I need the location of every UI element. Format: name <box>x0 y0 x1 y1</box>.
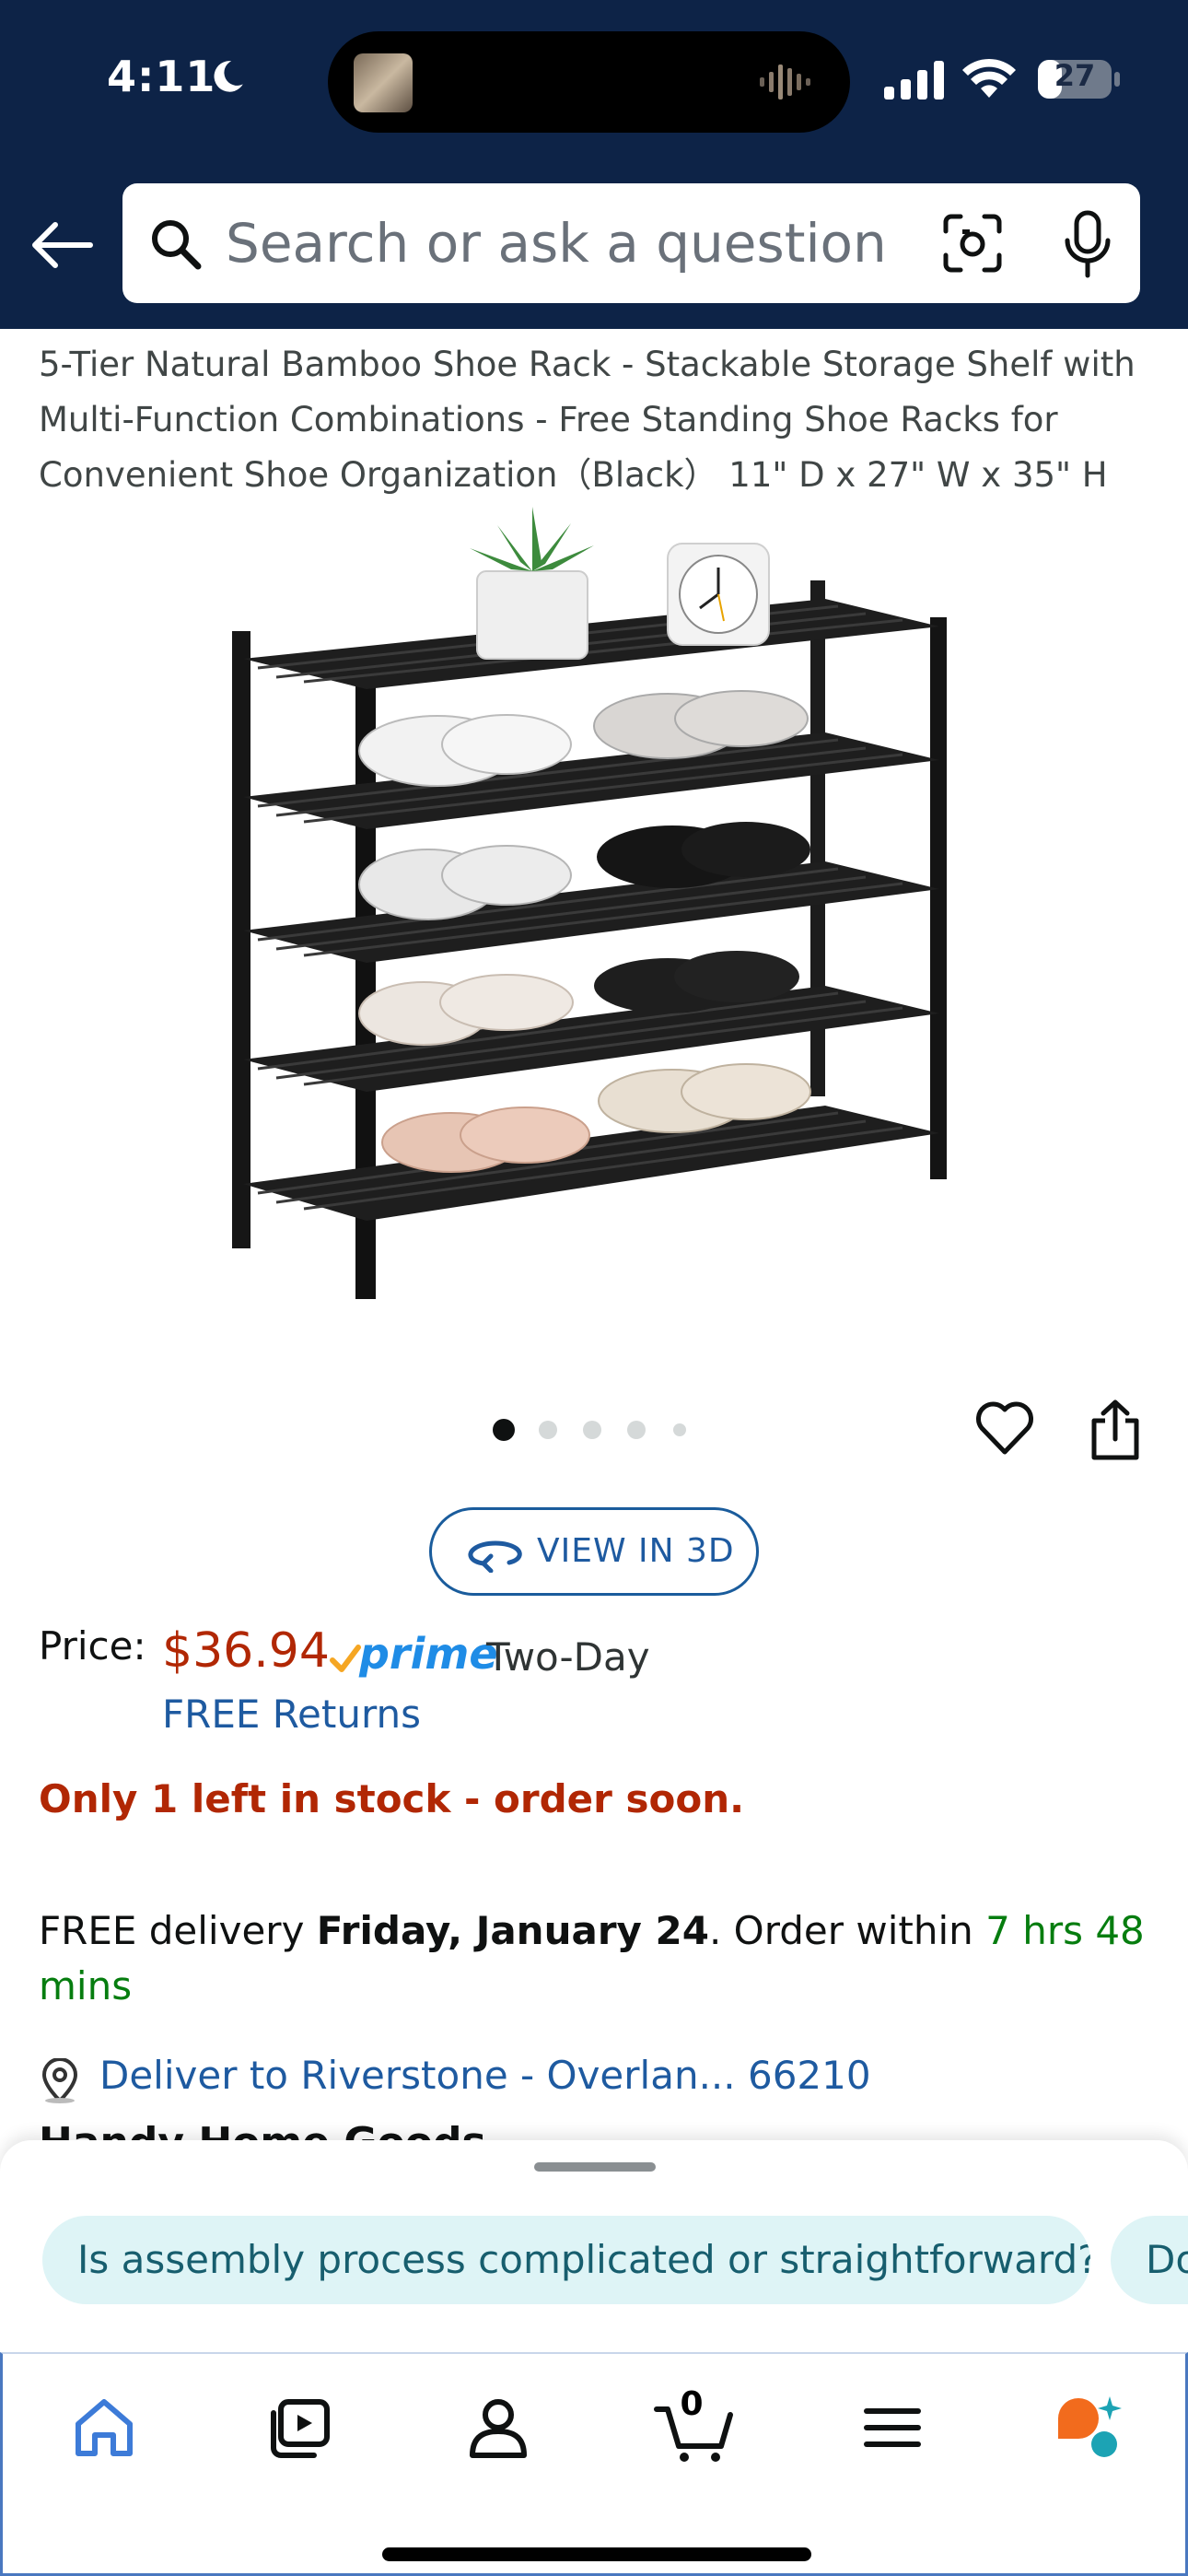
rotate-3d-icon <box>468 1540 522 1573</box>
home-icon[interactable] <box>67 2391 141 2465</box>
rufus-suggestion-sheet[interactable]: Is assembly process complicated or strai… <box>0 2140 1188 2352</box>
cart-count: 0 <box>680 2385 704 2423</box>
price-label: Price: <box>39 1623 146 1669</box>
dynamic-island[interactable] <box>328 31 850 133</box>
delivery-middle: . Order within <box>708 1908 986 1953</box>
suggestion-chip[interactable]: Is assembly process complicated or strai… <box>42 2216 1090 2304</box>
carousel-dot-active[interactable] <box>493 1419 515 1441</box>
carousel-dot[interactable] <box>627 1421 646 1439</box>
stock-warning: Only 1 left in stock - order soon. <box>39 1776 745 1821</box>
wifi-icon <box>962 58 1016 98</box>
carousel-dot[interactable] <box>539 1421 557 1439</box>
carousel-dot[interactable] <box>673 1423 686 1436</box>
sheet-grabber[interactable] <box>534 2162 656 2172</box>
bottom-navigation: 0 <box>0 2352 1188 2576</box>
microphone-icon[interactable] <box>1062 209 1113 279</box>
suggestion-chip[interactable]: Do <box>1111 2216 1188 2304</box>
status-time: 4:11 <box>107 52 216 101</box>
location-pin-icon <box>41 2058 78 2103</box>
view-in-3d-button[interactable]: VIEW IN 3D <box>429 1507 759 1596</box>
price-value: $36.94 <box>162 1623 330 1679</box>
product-title: 5-Tier Natural Bamboo Shoe Rack - Stacka… <box>39 345 1136 495</box>
free-returns-link[interactable]: FREE Returns <box>162 1692 421 1737</box>
audio-wave-icon <box>760 64 810 100</box>
rufus-assistant-icon[interactable] <box>1053 2391 1126 2465</box>
prime-delivery-speed: Two-Day <box>486 1634 650 1680</box>
deliver-to-link[interactable]: Deliver to Riverstone - Overlan... 66210 <box>99 2053 871 2098</box>
image-carousel-dots[interactable] <box>493 1419 695 1441</box>
back-arrow-icon[interactable] <box>28 217 94 273</box>
view-in-3d-label: VIEW IN 3D <box>537 1532 735 1570</box>
delivery-date: Friday, January 24 <box>316 1908 709 1953</box>
heart-icon[interactable] <box>974 1400 1035 1456</box>
cellular-signal-icon <box>884 61 944 100</box>
cart-button[interactable]: 0 <box>653 2385 733 2465</box>
battery-level: 27 <box>1054 58 1096 93</box>
carousel-dot[interactable] <box>583 1421 601 1439</box>
focus-moon-icon <box>214 61 243 92</box>
prime-logo: prime <box>359 1629 498 1679</box>
product-image[interactable] <box>203 498 985 1327</box>
prime-check-icon <box>330 1645 361 1672</box>
app-header: 4:11 27 <box>0 0 1188 329</box>
account-icon[interactable] <box>461 2391 535 2465</box>
home-indicator <box>382 2547 811 2561</box>
menu-icon[interactable] <box>856 2391 929 2465</box>
search-icon <box>152 220 202 270</box>
share-icon[interactable] <box>1087 1399 1144 1461</box>
video-library-icon[interactable] <box>262 2391 336 2465</box>
now-playing-thumbnail <box>354 53 413 112</box>
search-input[interactable] <box>226 211 981 275</box>
delivery-info: FREE delivery Friday, January 24. Order … <box>39 1903 1153 2014</box>
search-bar[interactable] <box>122 183 1140 303</box>
camera-scan-icon[interactable] <box>940 211 1005 275</box>
delivery-prefix: FREE delivery <box>39 1908 317 1953</box>
